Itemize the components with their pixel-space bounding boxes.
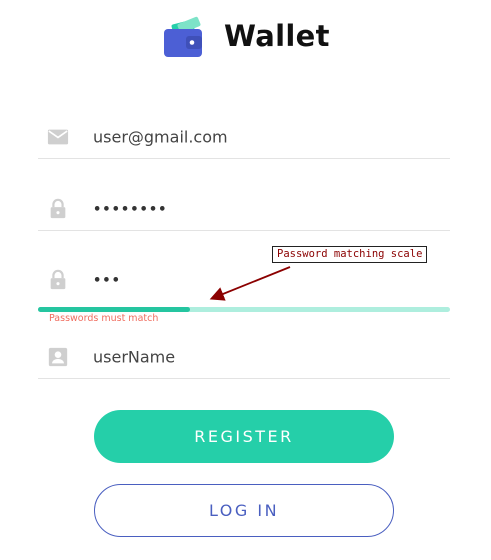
email-value: user@gmail.com [93, 127, 228, 147]
brand-title: Wallet [224, 19, 330, 53]
password-value: •••••••• [93, 202, 168, 218]
login-button-label: LOG IN [208, 501, 280, 520]
username-value: userName [93, 347, 176, 367]
wallet-logo-icon [164, 16, 202, 57]
register-button[interactable]: REGISTER [94, 410, 394, 463]
mail-icon [47, 129, 69, 145]
confirm-password-field[interactable]: ••• [38, 259, 450, 301]
header: Wallet [0, 14, 491, 60]
confirm-password-value: ••• [93, 273, 121, 289]
password-match-scale-fill [38, 307, 191, 312]
password-field[interactable]: •••••••• [38, 188, 450, 231]
contact-icon [48, 347, 68, 367]
lock-icon [50, 269, 66, 290]
register-page: Wallet user@gmail.com •••••••• ••• Passw… [0, 0, 491, 560]
register-button-label: REGISTER [194, 427, 294, 446]
email-field[interactable]: user@gmail.com [38, 116, 450, 159]
annotation-label: Password matching scale [272, 246, 428, 263]
password-match-error: Passwords must match [49, 313, 159, 324]
username-field[interactable]: userName [38, 336, 450, 379]
lock-icon [50, 198, 66, 219]
login-button[interactable]: LOG IN [94, 484, 394, 537]
password-match-scale [38, 307, 450, 312]
